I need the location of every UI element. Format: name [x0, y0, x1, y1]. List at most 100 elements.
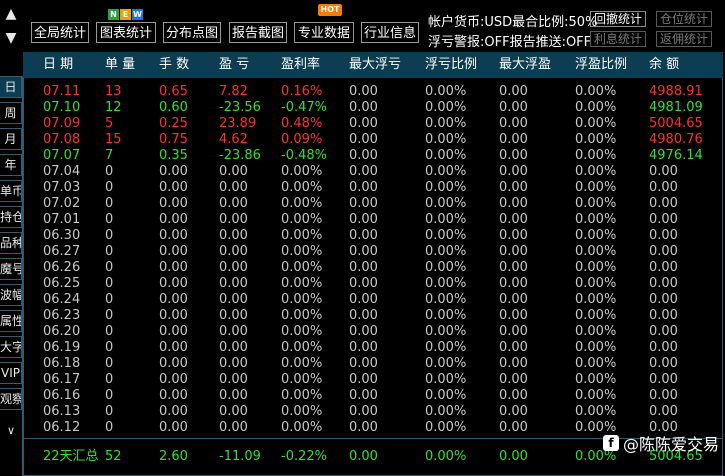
balance-cell: 4988.91	[649, 84, 703, 99]
table-row[interactable]: 06.18 0 0.00 0.00 0.00% 0.00 0.00% 0.00 0.00% 0.0…	[23, 356, 723, 372]
column-header-max-float-loss[interactable]: 最大浮亏	[349, 52, 401, 78]
sidebar-item-11[interactable]: VIP	[0, 362, 22, 384]
column-header-date[interactable]: 日 期	[43, 52, 73, 78]
balance-cell: 0.00	[649, 308, 678, 323]
balance-cell: 4981.09	[649, 100, 703, 115]
distribution-chart-button[interactable]: 分布点图	[163, 22, 221, 43]
sidebar-item-6[interactable]: 品种	[0, 232, 22, 254]
table-row[interactable]: 06.20 0 0.00 0.00 0.00% 0.00 0.00% 0.00 0.00% 0.0…	[23, 324, 723, 340]
orders-cell: 0	[105, 196, 114, 211]
table-row[interactable]: 07.07 7 0.35 -23.86 -0.48% 0.00 0.00% 0.00 0.00%…	[23, 148, 723, 164]
sidebar-item-9[interactable]: 属性	[0, 310, 22, 332]
table-row[interactable]: 07.03 0 0.00 0.00 0.00% 0.00 0.00% 0.00 0.00% 0.0…	[23, 180, 723, 196]
date-cell: 06.12	[43, 420, 81, 435]
table-row[interactable]: 06.16 0 0.00 0.00 0.00% 0.00 0.00% 0.00 0.00% 0.0…	[23, 388, 723, 404]
column-header-balance[interactable]: 余 额	[649, 52, 679, 78]
column-header-rate[interactable]: 盈利率	[281, 52, 320, 78]
orders-cell: 0	[105, 340, 114, 355]
balance-cell: 0.00	[649, 260, 678, 275]
sidebar-item-12[interactable]: 观察	[0, 388, 22, 410]
orders-cell: 15	[105, 132, 122, 147]
pnl-cell: 4.62	[219, 132, 248, 147]
lots-cell: 0.65	[159, 84, 188, 99]
sidebar-item-0[interactable]: 日	[0, 76, 22, 98]
table-row[interactable]: 06.17 0 0.00 0.00 0.00% 0.00 0.00% 0.00 0.00% 0.0…	[23, 372, 723, 388]
float-loss-ratio-cell: 0.00%	[425, 260, 467, 275]
date-cell: 06.13	[43, 404, 81, 419]
sidebar-item-1[interactable]: 周	[0, 102, 22, 124]
table-row[interactable]: 07.10 12 0.60 -23.56 -0.47% 0.00 0.00% 0.00 0.00…	[23, 100, 723, 116]
summary-max-float-loss-cell: 0.00	[349, 449, 378, 464]
orders-cell: 0	[105, 260, 114, 275]
sidebar-item-5[interactable]: 持仓	[0, 206, 22, 228]
date-cell: 06.26	[43, 260, 81, 275]
position-stats-button[interactable]: 仓位统计	[656, 11, 713, 27]
pro-data-button[interactable]: 专业数据	[294, 22, 354, 43]
sidebar-item-3[interactable]: 年	[0, 154, 22, 176]
date-cell: 06.30	[43, 228, 81, 243]
max-float-loss-cell: 0.00	[349, 340, 378, 355]
column-header-orders[interactable]: 单 量	[105, 52, 135, 78]
float-loss-ratio-cell: 0.00%	[425, 164, 467, 179]
float-loss-ratio-cell: 0.00%	[425, 244, 467, 259]
column-header-float-profit-ratio[interactable]: 浮盈比例	[575, 52, 627, 78]
pnl-cell: 0.00	[219, 340, 248, 355]
scroll-up-icon[interactable]: ▲	[3, 4, 19, 24]
sidebar-item-4[interactable]: 单币	[0, 180, 22, 202]
table-row[interactable]: 07.09 5 0.25 23.89 0.48% 0.00 0.00% 0.00 0.00% 50…	[23, 116, 723, 132]
balance-cell: 0.00	[649, 356, 678, 371]
table-row[interactable]: 06.30 0 0.00 0.00 0.00% 0.00 0.00% 0.00 0.00% 0.0…	[23, 228, 723, 244]
table-row[interactable]: 06.19 0 0.00 0.00 0.00% 0.00 0.00% 0.00 0.00% 0.0…	[23, 340, 723, 356]
pnl-cell: 0.00	[219, 420, 248, 435]
sidebar-item-2[interactable]: 月	[0, 128, 22, 150]
float-loss-ratio-cell: 0.00%	[425, 356, 467, 371]
table-row[interactable]: 06.13 0 0.00 0.00 0.00% 0.00 0.00% 0.00 0.00% 0.0…	[23, 404, 723, 420]
sidebar-more-icon[interactable]: ∨	[0, 424, 22, 438]
date-cell: 06.20	[43, 324, 81, 339]
sidebar-item-10[interactable]: 大字	[0, 336, 22, 358]
table-row[interactable]: 06.26 0 0.00 0.00 0.00% 0.00 0.00% 0.00 0.00% 0.0…	[23, 260, 723, 276]
max-float-loss-cell: 0.00	[349, 212, 378, 227]
max-float-profit-cell: 0.00	[499, 372, 528, 387]
pnl-cell: 0.00	[219, 276, 248, 291]
sidebar-item-8[interactable]: 波幅	[0, 284, 22, 306]
table-row[interactable]: 06.27 0 0.00 0.00 0.00% 0.00 0.00% 0.00 0.00% 0.0…	[23, 244, 723, 260]
report-screenshot-button[interactable]: 报告截图	[229, 22, 287, 43]
table-header: 日 期 单 量手 数 盈 亏 盈利率 最大浮亏 浮亏比例 最大浮盈 浮盈比例余 额	[23, 52, 723, 78]
table-row[interactable]: 06.24 0 0.00 0.00 0.00% 0.00 0.00% 0.00 0.00% 0.0…	[23, 292, 723, 308]
table-row[interactable]: 07.01 0 0.00 0.00 0.00% 0.00 0.00% 0.00 0.00% 0.0…	[23, 212, 723, 228]
column-header-pnl[interactable]: 盈 亏	[219, 52, 249, 78]
float-profit-ratio-cell: 0.00%	[575, 244, 617, 259]
industry-info-button[interactable]: 行业信息	[361, 22, 419, 43]
rate-cell: -0.48%	[281, 148, 327, 163]
column-header-float-loss-ratio[interactable]: 浮亏比例	[425, 52, 477, 78]
rate-cell: 0.00%	[281, 324, 323, 339]
table-row[interactable]: 06.23 0 0.00 0.00 0.00% 0.00 0.00% 0.00 0.00% 0.0…	[23, 308, 723, 324]
interest-stats-button[interactable]: 利息统计	[590, 31, 647, 47]
max-float-loss-cell: 0.00	[349, 356, 378, 371]
max-float-loss-cell: 0.00	[349, 292, 378, 307]
date-cell: 06.25	[43, 276, 81, 291]
max-float-profit-cell: 0.00	[499, 292, 528, 307]
summary-pnl-cell: -11.09	[219, 449, 261, 464]
column-header-max-float-profit[interactable]: 最大浮盈	[499, 52, 551, 78]
scroll-down-icon[interactable]: ▼	[3, 28, 19, 48]
rebate-stats-button[interactable]: 返佣统计	[656, 31, 713, 47]
table-row[interactable]: 07.04 0 0.00 0.00 0.00% 0.00 0.00% 0.00 0.00% 0.0…	[23, 164, 723, 180]
max-float-profit-cell: 0.00	[499, 420, 528, 435]
sidebar-item-7[interactable]: 魔号	[0, 258, 22, 280]
drawdown-stats-button[interactable]: 回撤统计	[590, 11, 647, 27]
max-float-loss-cell: 0.00	[349, 260, 378, 275]
table-row[interactable]: 06.25 0 0.00 0.00 0.00% 0.00 0.00% 0.00 0.00% 0.0…	[23, 276, 723, 292]
table-row[interactable]: 07.11 13 0.65 7.82 0.16% 0.00 0.00% 0.00 0.00% 49…	[23, 84, 723, 100]
chart-stats-button[interactable]: 图表统计	[96, 22, 156, 43]
pnl-cell: 0.00	[219, 356, 248, 371]
max-float-profit-cell: 0.00	[499, 324, 528, 339]
global-stats-button[interactable]: 全局统计	[31, 22, 89, 43]
max-float-loss-cell: 0.00	[349, 164, 378, 179]
max-float-profit-cell: 0.00	[499, 276, 528, 291]
table-row[interactable]: 07.08 15 0.75 4.62 0.09% 0.00 0.00% 0.00 0.00% 49…	[23, 132, 723, 148]
table-row[interactable]: 07.02 0 0.00 0.00 0.00% 0.00 0.00% 0.00 0.00% 0.0…	[23, 196, 723, 212]
column-header-lots[interactable]: 手 数	[159, 52, 189, 78]
lots-cell: 0.00	[159, 276, 188, 291]
